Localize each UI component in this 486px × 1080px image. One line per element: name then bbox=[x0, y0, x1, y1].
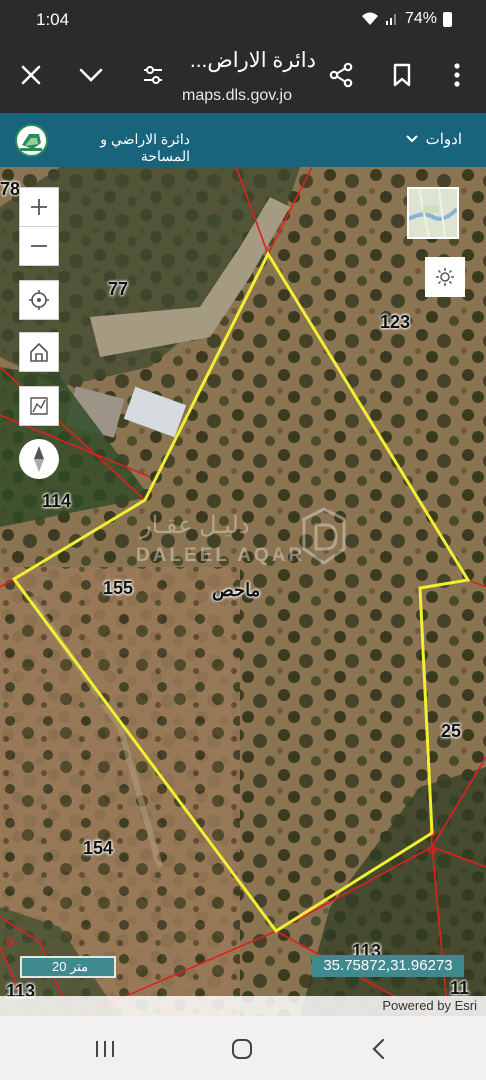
measure-icon bbox=[30, 397, 48, 415]
tune-icon bbox=[144, 66, 162, 84]
coordinates-readout: 35.75872,31.96273 bbox=[312, 955, 464, 977]
app-header: دائرة الاراضي و المساحة ادوات bbox=[0, 113, 486, 167]
page-url[interactable]: maps.dls.gov.jo bbox=[182, 87, 292, 105]
brightness-button[interactable] bbox=[425, 257, 465, 297]
dls-logo[interactable] bbox=[15, 124, 48, 157]
status-bar: 1:04 74% bbox=[0, 0, 486, 40]
basemap-thumbnail bbox=[409, 189, 457, 237]
watermark-text-en: DALEEL AQAR bbox=[136, 545, 306, 566]
parcel-label[interactable]: 25 bbox=[441, 721, 461, 742]
recent-apps-button[interactable] bbox=[90, 1034, 120, 1064]
measure-button[interactable] bbox=[19, 386, 59, 426]
browser-toolbar: دائرة الاراض... maps.dls.gov.jo bbox=[0, 40, 486, 113]
bookmark-icon bbox=[393, 63, 411, 87]
system-nav-bar bbox=[0, 1016, 486, 1080]
home-icon bbox=[30, 343, 48, 362]
zoom-in-button[interactable] bbox=[19, 187, 59, 227]
back-button[interactable] bbox=[364, 1034, 394, 1064]
site-name-label: ماحص bbox=[212, 580, 261, 600]
status-indicators: 74% bbox=[361, 10, 452, 28]
brightness-icon bbox=[436, 268, 454, 286]
parcel-label[interactable]: 77 bbox=[108, 279, 128, 300]
compass-icon bbox=[34, 446, 44, 472]
zoom-in-icon bbox=[31, 199, 47, 215]
site-settings-button[interactable] bbox=[136, 58, 170, 92]
scale-bar: 20 متر bbox=[20, 956, 116, 978]
minimize-button[interactable] bbox=[74, 58, 108, 92]
compass-button[interactable] bbox=[19, 439, 59, 479]
more-vert-icon bbox=[454, 63, 460, 87]
status-time: 1:04 bbox=[36, 10, 70, 29]
bookmark-button[interactable] bbox=[385, 58, 419, 92]
home-button-icon bbox=[232, 1039, 252, 1059]
parcel-label[interactable]: 78 bbox=[0, 179, 20, 200]
logo-emblem-icon bbox=[20, 134, 42, 151]
parcel-label[interactable]: 114 bbox=[42, 491, 71, 512]
close-icon bbox=[21, 65, 41, 85]
organization-name: دائرة الاراضي و المساحة bbox=[100, 131, 190, 164]
wifi-icon bbox=[361, 12, 378, 25]
chevron-down-icon bbox=[405, 135, 418, 143]
watermark: دليـل عقـار DALEEL AQAR bbox=[132, 507, 352, 571]
home-extent-button[interactable] bbox=[19, 332, 59, 372]
back-icon bbox=[372, 1038, 385, 1060]
parcel-label[interactable]: 123 bbox=[380, 312, 410, 333]
basemap-switcher[interactable] bbox=[407, 187, 459, 239]
share-icon bbox=[329, 62, 353, 88]
zoom-out-button[interactable] bbox=[19, 226, 59, 266]
tools-label: ادوات bbox=[425, 131, 462, 148]
recent-apps-icon bbox=[96, 1041, 114, 1057]
locate-icon bbox=[29, 290, 49, 310]
watermark-text-ar: دليـل عقـار bbox=[140, 512, 250, 539]
esri-attribution: Powered by Esri bbox=[0, 996, 486, 1016]
zoom-out-icon bbox=[31, 245, 47, 247]
parcel-label[interactable]: 155 bbox=[103, 578, 133, 599]
page-title: دائرة الاراض... bbox=[189, 49, 316, 72]
signal-icon bbox=[385, 14, 396, 25]
parcel-label[interactable]: 154 bbox=[83, 838, 113, 859]
share-button[interactable] bbox=[324, 58, 358, 92]
battery-icon bbox=[443, 11, 452, 27]
tools-menu[interactable]: ادوات bbox=[405, 130, 462, 148]
close-button[interactable] bbox=[14, 58, 48, 92]
chevron-down-icon bbox=[79, 68, 103, 82]
map-view[interactable]: 78 77 123 114 155 25 154 113 113 11 ماحص… bbox=[0, 167, 486, 1016]
more-options-button[interactable] bbox=[440, 58, 474, 92]
watermark-logo-icon bbox=[302, 507, 346, 565]
battery-percent: 74% bbox=[404, 10, 437, 27]
locate-button[interactable] bbox=[19, 280, 59, 320]
home-button[interactable] bbox=[227, 1034, 257, 1064]
